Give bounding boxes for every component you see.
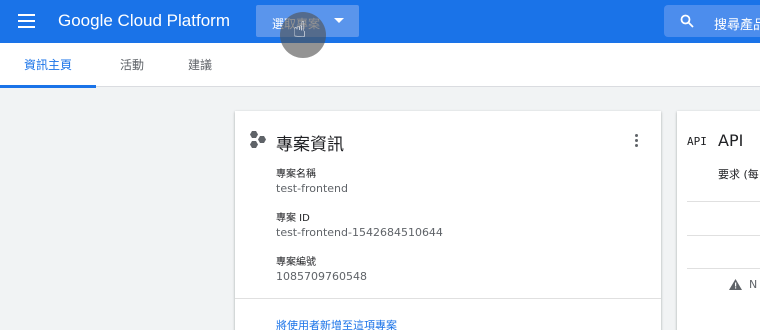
api-divider [687,235,760,236]
api-divider [687,201,760,202]
hand-cursor-icon: ☝ [293,18,307,43]
project-id-label: 專案 ID [276,213,310,224]
project-name-value: test-frontend [276,182,348,195]
search-icon [680,14,694,28]
api-card: API API 要求 (每 N [677,111,760,330]
project-name-label: 專案名稱 [276,169,316,180]
api-notice-text: N [749,278,758,291]
more-vert-icon[interactable] [635,134,639,148]
tab-activity[interactable]: 活動 [104,43,160,87]
add-users-link[interactable]: 將使用者新增至這項專案 [276,317,397,330]
api-requests-label: 要求 (每 [718,168,759,181]
active-tab-indicator [0,85,96,88]
app-bar: Google Cloud Platform 選取專案 搜尋產品 [0,0,760,43]
api-icon: API [687,135,707,148]
tab-bar: 資訊主頁 活動 建議 [0,43,760,88]
search-input[interactable]: 搜尋產品 [664,5,760,37]
search-placeholder: 搜尋產品 [714,18,760,33]
brand-title[interactable]: Google Cloud Platform [58,11,230,31]
card-divider [235,298,661,299]
project-info-card: 專案資訊 專案名稱 test-frontend 專案 ID test-front… [235,111,661,330]
api-card-title: API [718,131,744,150]
warning-icon [729,279,742,290]
tab-recommendations[interactable]: 建議 [172,43,228,87]
hexagons-icon [250,131,266,148]
card-title: 專案資訊 [276,135,344,155]
tab-dashboard[interactable]: 資訊主頁 [0,43,96,87]
menu-icon[interactable] [18,14,35,28]
chevron-down-icon [334,18,344,23]
project-number-label: 專案編號 [276,257,316,268]
project-number-value: 1085709760548 [276,270,367,283]
api-divider [687,268,760,269]
project-id-value: test-frontend-1542684510644 [276,226,443,239]
cursor-highlight: ☝ [280,12,326,58]
